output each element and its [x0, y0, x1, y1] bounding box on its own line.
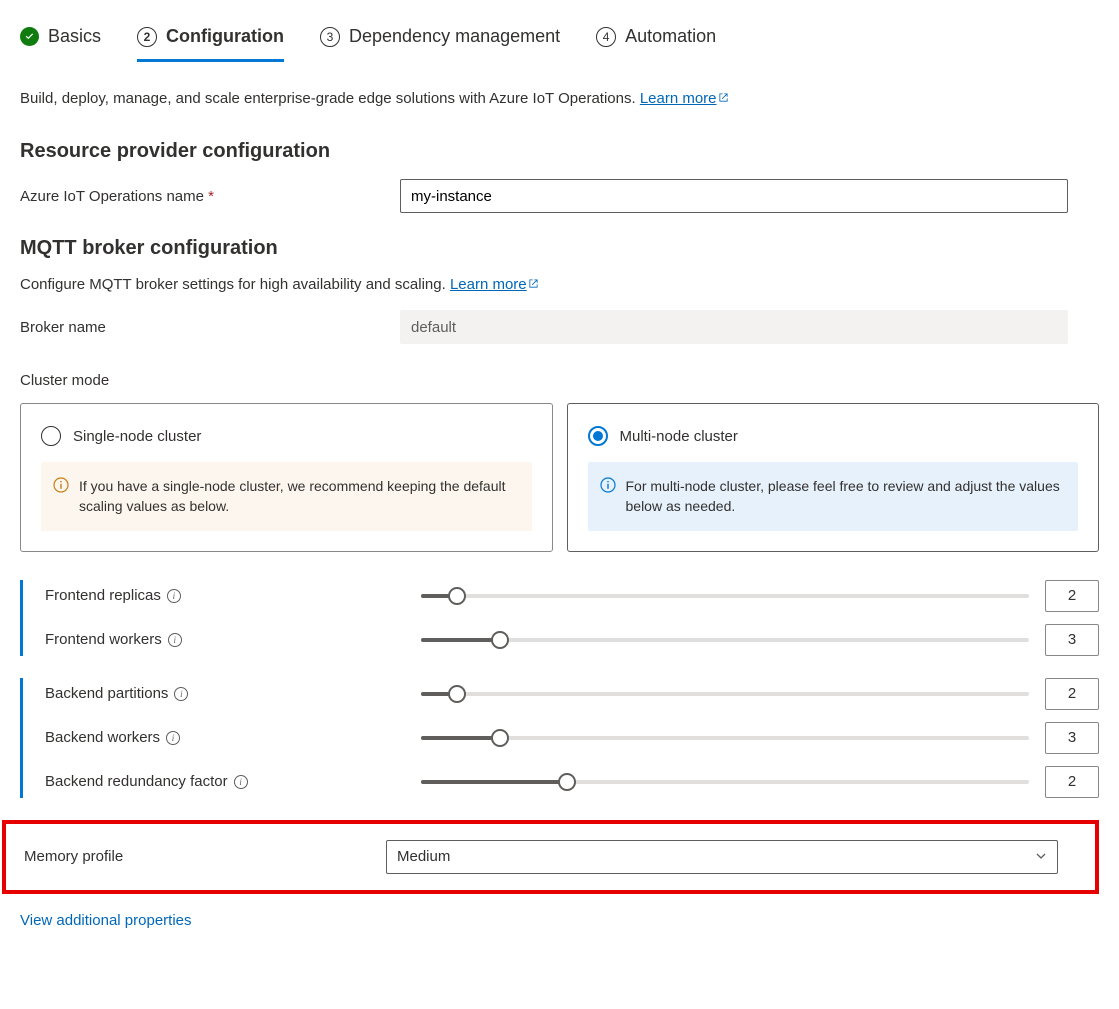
radio-multi-node[interactable]: [588, 426, 608, 446]
info-icon[interactable]: i: [166, 731, 180, 745]
backend-redundancy-value[interactable]: 2: [1045, 766, 1099, 798]
backend-workers-value[interactable]: 3: [1045, 722, 1099, 754]
frontend-workers-slider[interactable]: [421, 630, 1029, 650]
cluster-mode-label: Cluster mode: [20, 372, 1099, 389]
single-node-title: Single-node cluster: [73, 428, 201, 445]
wizard-tabs: Basics 2 Configuration 3 Dependency mana…: [20, 20, 1099, 62]
mqtt-heading: MQTT broker configuration: [20, 237, 1099, 260]
required-asterisk: *: [208, 188, 214, 205]
resource-provider-heading: Resource provider configuration: [20, 140, 1099, 163]
tab-configuration[interactable]: 2 Configuration: [137, 20, 284, 62]
tab-label: Automation: [625, 26, 716, 47]
aio-name-label: Azure IoT Operations name *: [20, 188, 400, 205]
backend-slider-group: Backend partitions i 2 Backend workers i…: [20, 678, 1099, 798]
broker-name-label: Broker name: [20, 319, 400, 336]
single-node-message: If you have a single-node cluster, we re…: [41, 462, 532, 531]
info-icon[interactable]: i: [167, 589, 181, 603]
info-icon[interactable]: i: [168, 633, 182, 647]
tab-label: Dependency management: [349, 26, 560, 47]
frontend-replicas-slider[interactable]: [421, 586, 1029, 606]
memory-profile-label: Memory profile: [6, 848, 386, 865]
cluster-mode-options: Single-node cluster If you have a single…: [20, 403, 1099, 552]
learn-more-link[interactable]: Learn more: [640, 90, 730, 107]
step-3-icon: 3: [320, 27, 340, 47]
memory-profile-value: Medium: [397, 848, 450, 865]
mqtt-subtext: Configure MQTT broker settings for high …: [20, 276, 1099, 294]
check-circle-icon: [20, 27, 39, 46]
step-2-icon: 2: [137, 27, 157, 47]
backend-redundancy-label: Backend redundancy factor i: [45, 773, 405, 790]
backend-workers-label: Backend workers i: [45, 729, 405, 746]
tab-label: Configuration: [166, 26, 284, 47]
frontend-replicas-value[interactable]: 2: [1045, 580, 1099, 612]
view-additional-properties-link[interactable]: View additional properties: [20, 912, 1099, 929]
frontend-replicas-label: Frontend replicas i: [45, 587, 405, 604]
broker-name-input: [400, 310, 1068, 344]
backend-partitions-slider[interactable]: [421, 684, 1029, 704]
tab-basics[interactable]: Basics: [20, 20, 101, 62]
info-icon[interactable]: i: [174, 687, 188, 701]
step-4-icon: 4: [596, 27, 616, 47]
aio-name-input[interactable]: [400, 179, 1068, 213]
backend-partitions-value[interactable]: 2: [1045, 678, 1099, 710]
memory-profile-select[interactable]: Medium: [386, 840, 1058, 874]
info-icon: [600, 477, 616, 493]
tab-dependency-management[interactable]: 3 Dependency management: [320, 20, 560, 62]
multi-node-message: For multi-node cluster, please feel free…: [588, 462, 1079, 531]
backend-redundancy-slider[interactable]: [421, 772, 1029, 792]
backend-workers-slider[interactable]: [421, 728, 1029, 748]
frontend-slider-group: Frontend replicas i 2 Frontend workers i…: [20, 580, 1099, 656]
multi-node-card[interactable]: Multi-node cluster For multi-node cluste…: [567, 403, 1100, 552]
single-node-card[interactable]: Single-node cluster If you have a single…: [20, 403, 553, 552]
mqtt-learn-more-link[interactable]: Learn more: [450, 276, 540, 293]
frontend-workers-label: Frontend workers i: [45, 631, 405, 648]
frontend-workers-value[interactable]: 3: [1045, 624, 1099, 656]
external-link-icon: [717, 91, 730, 108]
backend-partitions-label: Backend partitions i: [45, 685, 405, 702]
external-link-icon: [527, 277, 540, 294]
radio-single-node[interactable]: [41, 426, 61, 446]
memory-profile-highlight: Memory profile Medium: [2, 820, 1099, 894]
intro-text: Build, deploy, manage, and scale enterpr…: [20, 90, 1099, 108]
multi-node-title: Multi-node cluster: [620, 428, 738, 445]
tab-automation[interactable]: 4 Automation: [596, 20, 716, 62]
warning-info-icon: [53, 477, 69, 493]
tab-label: Basics: [48, 26, 101, 47]
info-icon[interactable]: i: [234, 775, 248, 789]
chevron-down-icon: [1035, 849, 1047, 865]
